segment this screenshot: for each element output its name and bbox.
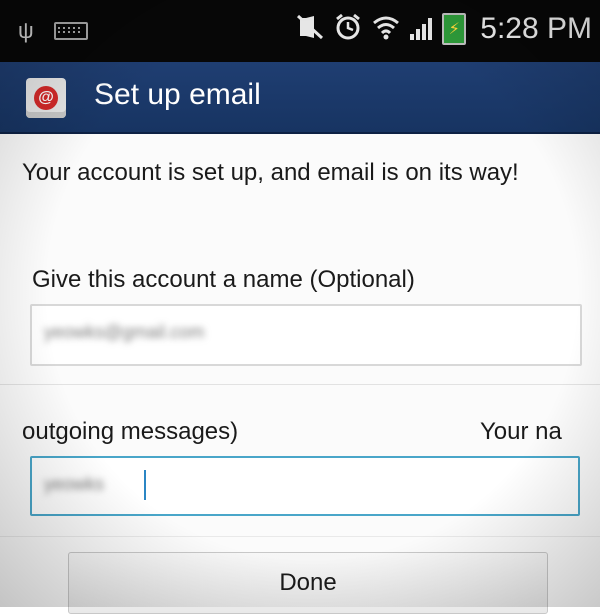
status-time: 5:28 PM	[480, 12, 592, 45]
account-name-label: Give this account a name (Optional)	[32, 266, 415, 293]
setup-message: Your account is set up, and email is on …	[22, 159, 519, 186]
your-name-value: yeowks	[44, 474, 105, 494]
done-button[interactable]: Done	[68, 552, 548, 614]
account-name-value: yeowks@gmail.com	[44, 322, 205, 342]
divider	[0, 536, 600, 537]
setup-form: Your account is set up, and email is on …	[0, 134, 600, 614]
battery-charging-icon: ⚡	[442, 13, 467, 45]
usb-icon: ψ	[18, 18, 34, 43]
at-sign-icon: @	[34, 86, 58, 110]
action-bar: @ Set up email	[0, 62, 600, 134]
your-name-field[interactable]: yeowks	[30, 456, 580, 516]
alarm-icon	[334, 13, 362, 46]
your-name-label: Your na	[480, 418, 562, 445]
page-title: Set up email	[94, 78, 261, 111]
divider	[0, 384, 600, 385]
account-name-field[interactable]: yeowks@gmail.com	[30, 304, 582, 366]
text-cursor	[144, 470, 146, 500]
signal-icon	[410, 18, 433, 40]
mute-icon	[296, 14, 324, 45]
status-right-icons: ⚡ 5:28 PM	[296, 12, 592, 46]
email-app-icon[interactable]: @	[26, 78, 66, 118]
status-bar: ψ ⚡ 5:28 PM	[0, 0, 600, 62]
status-left-icons: ψ	[18, 18, 88, 44]
keyboard-icon	[53, 22, 88, 40]
wifi-icon	[372, 14, 400, 45]
outgoing-messages-label: outgoing messages)	[22, 418, 239, 445]
